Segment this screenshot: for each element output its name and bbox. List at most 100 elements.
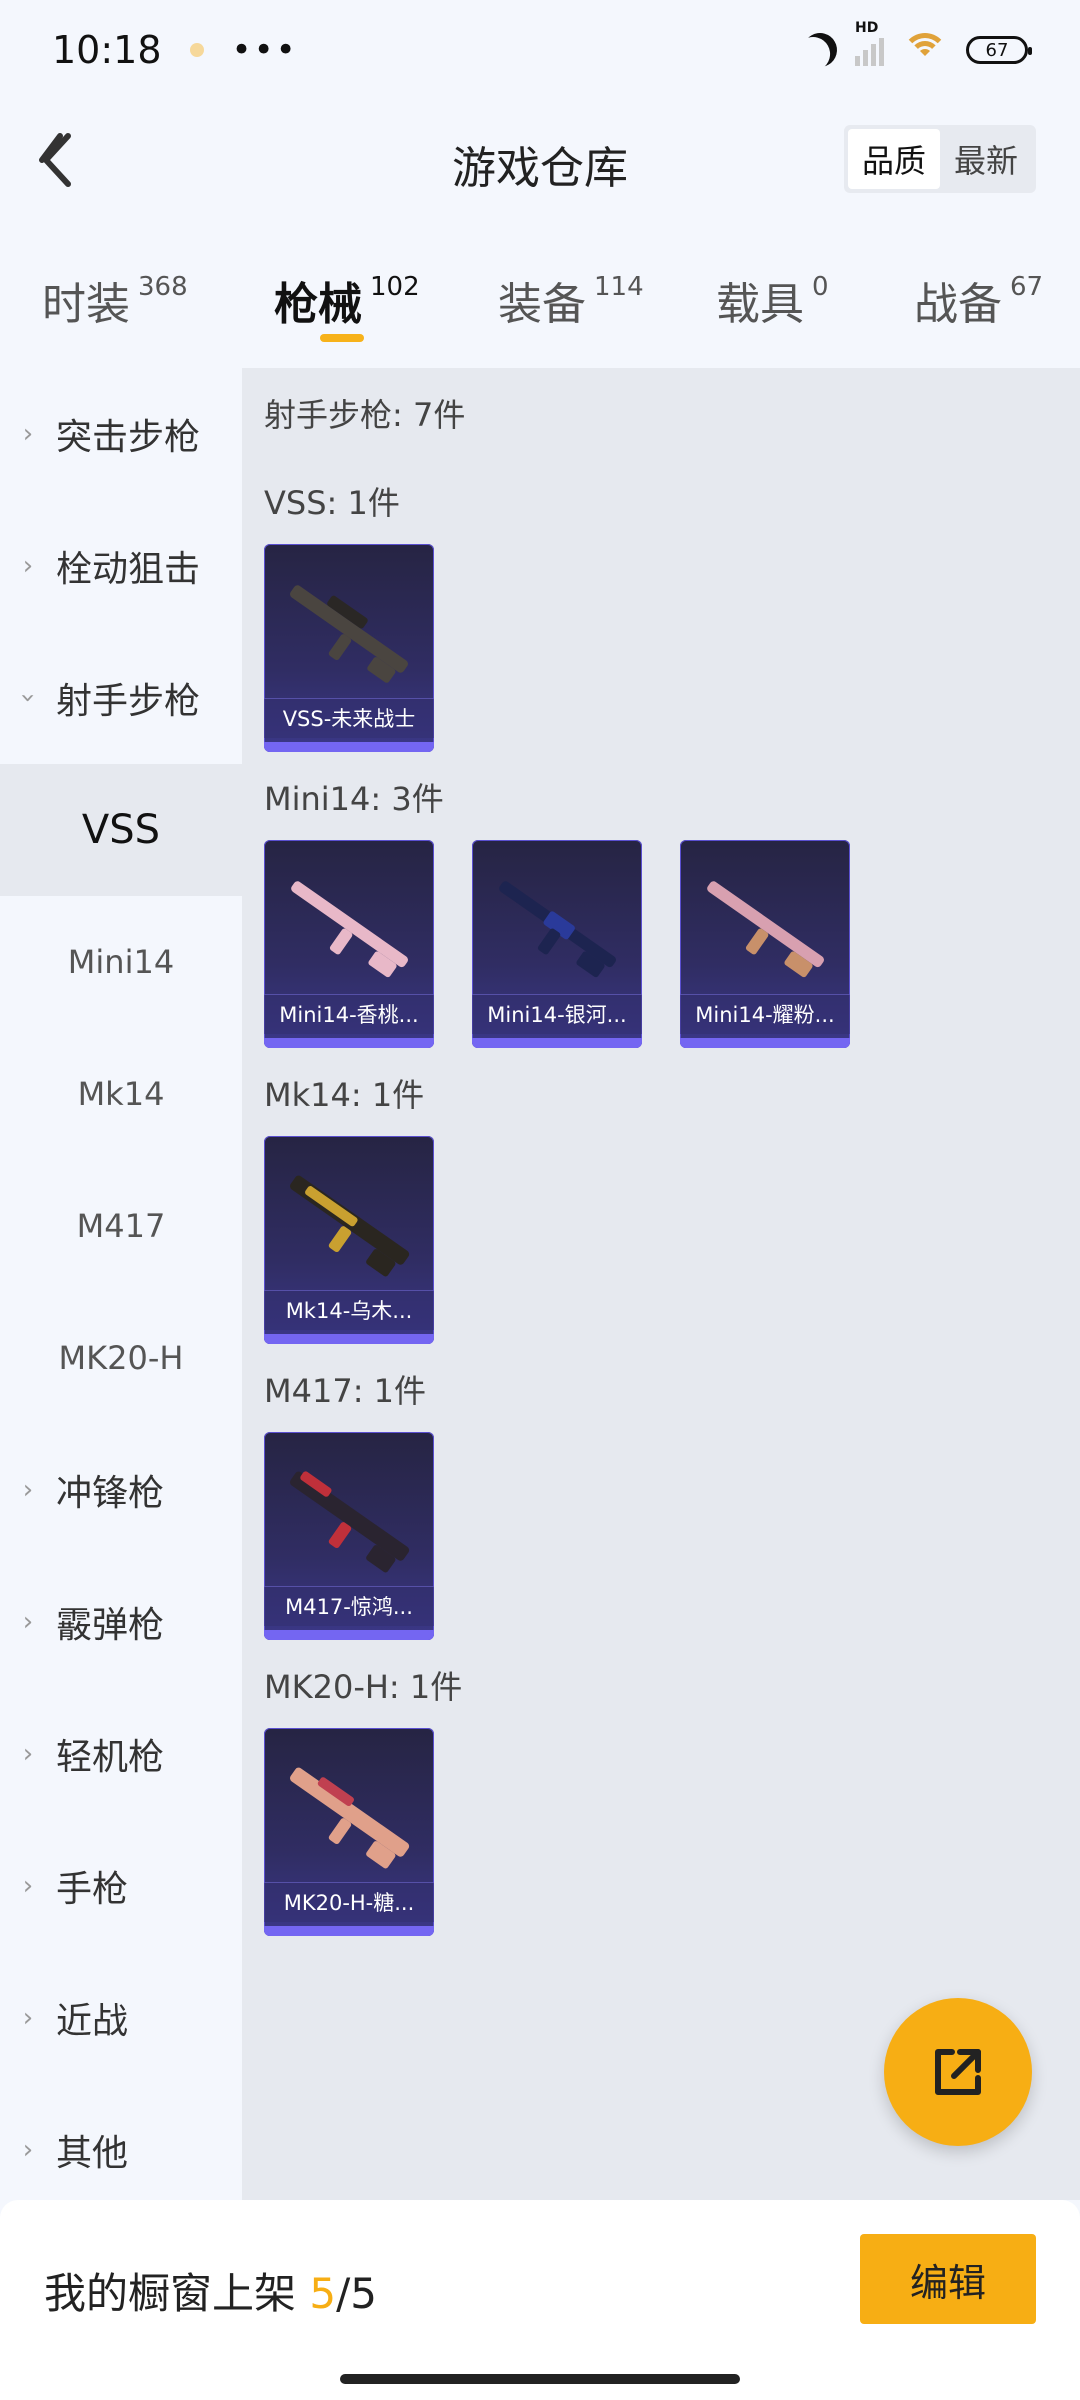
weapon-card[interactable]: M417-惊鸿... bbox=[264, 1432, 434, 1640]
tab-label: 战备 bbox=[914, 279, 1002, 330]
tab-count: 114 bbox=[594, 272, 644, 302]
home-indicator[interactable] bbox=[340, 2374, 740, 2384]
card-rarity-stripe bbox=[472, 1038, 642, 1048]
chevron-right-icon: › bbox=[22, 419, 34, 449]
sort-toggle: 品质 最新 bbox=[843, 125, 1036, 193]
sidebar-item-pistol[interactable]: › 手枪 bbox=[0, 1820, 242, 1952]
card-rarity-stripe bbox=[264, 742, 434, 752]
tab-label: 枪械 bbox=[274, 279, 362, 330]
tab-count: 102 bbox=[370, 272, 420, 302]
hd-label: HD bbox=[855, 20, 879, 36]
group-title-vss: VSS: 1件 bbox=[264, 484, 400, 522]
edit-button[interactable]: 编辑 bbox=[860, 2234, 1036, 2324]
weapon-category-sidebar: › 突击步枪 › 栓动狙击 › 射手步枪 VSS Mini14 Mk14 M41… bbox=[0, 368, 242, 2200]
sidebar-subitem-mk14[interactable]: Mk14 bbox=[0, 1028, 242, 1160]
tab-fashion[interactable]: 时装 368 bbox=[42, 268, 188, 332]
active-tab-indicator bbox=[320, 334, 364, 342]
tab-firearms[interactable]: 枪械 102 bbox=[274, 268, 420, 332]
chevron-down-icon: › bbox=[13, 692, 43, 704]
sort-newest-button[interactable]: 最新 bbox=[940, 129, 1032, 189]
share-icon bbox=[935, 2049, 981, 2095]
rifle-icon bbox=[290, 1175, 410, 1277]
do-not-disturb-icon bbox=[797, 27, 843, 73]
showcase-current-count: 5 bbox=[309, 2269, 337, 2318]
sidebar-item-label: 栓动狙击 bbox=[56, 549, 201, 590]
sidebar-item-bolt-sniper[interactable]: › 栓动狙击 bbox=[0, 500, 242, 632]
sidebar-subitem-mk20h[interactable]: MK20-H bbox=[0, 1292, 242, 1424]
card-rarity-stripe bbox=[680, 1038, 850, 1048]
weapon-card[interactable]: Mini14-香桃... bbox=[264, 840, 434, 1048]
header: 游戏仓库 品质 最新 bbox=[0, 110, 1080, 210]
notification-dot bbox=[189, 43, 204, 57]
tab-label: 时装 bbox=[42, 279, 130, 330]
weapon-card[interactable]: Mini14-银河... bbox=[472, 840, 642, 1048]
cellular-signal-icon: HD bbox=[855, 20, 884, 66]
wifi-icon bbox=[902, 33, 948, 67]
tab-count: 0 bbox=[812, 272, 829, 302]
rifle-icon bbox=[499, 881, 616, 978]
group-title-mini14: Mini14: 3件 bbox=[264, 780, 444, 818]
sidebar-item-smg[interactable]: › 冲锋枪 bbox=[0, 1424, 242, 1556]
tab-label: 载具 bbox=[716, 279, 804, 330]
rifle-icon bbox=[290, 1471, 410, 1573]
chevron-right-icon: › bbox=[22, 2135, 34, 2165]
showcase-total-count: /5 bbox=[336, 2269, 377, 2318]
sidebar-item-label: 手枪 bbox=[56, 1869, 129, 1910]
tab-count: 67 bbox=[1010, 272, 1044, 302]
sidebar-subitem-vss[interactable]: VSS bbox=[0, 764, 242, 896]
chevron-right-icon: › bbox=[22, 1607, 34, 1637]
group-title-m417: M417: 1件 bbox=[264, 1372, 427, 1410]
weapon-list: 射手步枪: 7件 VSS: 1件 VSS-未来战士 Mini14: 3件 Min… bbox=[242, 368, 1080, 2200]
sidebar-item-lmg[interactable]: › 轻机枪 bbox=[0, 1688, 242, 1820]
weapon-card-name: Mk14-乌木... bbox=[264, 1290, 434, 1330]
sidebar-item-label: 射手步枪 bbox=[56, 681, 201, 722]
showcase-bar: 我的橱窗上架 5/5 编辑 bbox=[0, 2200, 1080, 2400]
rifle-icon bbox=[290, 1767, 410, 1869]
chevron-right-icon: › bbox=[22, 1475, 34, 1505]
weapon-card-name: Mini14-耀粉... bbox=[680, 994, 850, 1034]
category-summary: 射手步枪: 7件 bbox=[264, 396, 466, 434]
weapon-card[interactable]: Mini14-耀粉... bbox=[680, 840, 850, 1048]
showcase-status: 我的橱窗上架 5/5 bbox=[44, 2260, 377, 2321]
sort-quality-button[interactable]: 品质 bbox=[847, 129, 940, 189]
weapon-card-name: Mini14-香桃... bbox=[264, 994, 434, 1034]
sidebar-item-assault-rifle[interactable]: › 突击步枪 bbox=[0, 368, 242, 500]
sidebar-item-other[interactable]: › 其他 bbox=[0, 2084, 242, 2216]
chevron-right-icon: › bbox=[22, 2003, 34, 2033]
tab-vehicles[interactable]: 载具 0 bbox=[716, 268, 829, 332]
category-tabs: 时装 368 枪械 102 装备 114 载具 0 战备 67 bbox=[0, 258, 1080, 368]
weapon-card-name: M417-惊鸿... bbox=[264, 1586, 434, 1626]
sidebar-item-marksman-rifle[interactable]: › 射手步枪 bbox=[0, 632, 242, 764]
battery-level: 67 bbox=[985, 39, 1009, 61]
showcase-label: 我的橱窗上架 bbox=[44, 2269, 297, 2318]
weapon-card-name: MK20-H-糖... bbox=[264, 1882, 434, 1922]
sidebar-item-shotgun[interactable]: › 霰弹枪 bbox=[0, 1556, 242, 1688]
status-more: ••• bbox=[231, 30, 298, 70]
rifle-icon bbox=[291, 881, 408, 978]
tab-combat-gear[interactable]: 战备 67 bbox=[914, 268, 1043, 332]
sidebar-subitem-mini14[interactable]: Mini14 bbox=[0, 896, 242, 1028]
weapon-card[interactable]: MK20-H-糖... bbox=[264, 1728, 434, 1936]
chevron-right-icon: › bbox=[22, 1739, 34, 1769]
group-title-mk20h: MK20-H: 1件 bbox=[264, 1668, 463, 1706]
sidebar-item-label: 其他 bbox=[56, 2133, 129, 2174]
weapon-card[interactable]: VSS-未来战士 bbox=[264, 544, 434, 752]
sidebar-subitem-m417[interactable]: M417 bbox=[0, 1160, 242, 1292]
chevron-right-icon: › bbox=[22, 551, 34, 581]
weapon-card-name: VSS-未来战士 bbox=[264, 698, 434, 738]
card-rarity-stripe bbox=[264, 1630, 434, 1640]
tab-equipment[interactable]: 装备 114 bbox=[498, 268, 644, 332]
sidebar-item-label: 近战 bbox=[56, 2001, 129, 2042]
status-time: 10:18 bbox=[52, 28, 162, 72]
sidebar-item-melee[interactable]: › 近战 bbox=[0, 1952, 242, 2084]
rifle-icon bbox=[290, 585, 408, 683]
chevron-right-icon: › bbox=[22, 1871, 34, 1901]
status-bar: 10:18 ••• HD 67 bbox=[0, 0, 1080, 100]
group-title-mk14: Mk14: 1件 bbox=[264, 1076, 425, 1114]
sidebar-item-label: 冲锋枪 bbox=[56, 1473, 165, 1514]
share-button[interactable] bbox=[884, 1998, 1032, 2146]
card-rarity-stripe bbox=[264, 1334, 434, 1344]
weapon-card[interactable]: Mk14-乌木... bbox=[264, 1136, 434, 1344]
rifle-icon bbox=[707, 881, 824, 978]
sidebar-item-label: 霰弹枪 bbox=[56, 1605, 165, 1646]
